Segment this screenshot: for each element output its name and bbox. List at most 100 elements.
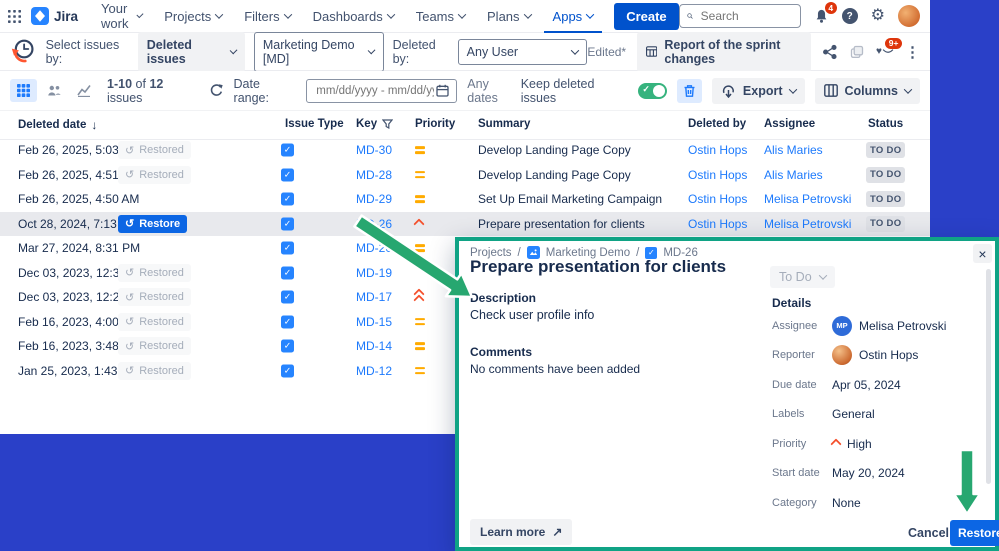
nav-projects[interactable]: Projects xyxy=(155,0,231,33)
header-issue-type[interactable]: Issue Type xyxy=(285,118,344,130)
close-icon[interactable]: × xyxy=(973,244,992,263)
assignee-link[interactable]: Melisa Petrovski xyxy=(764,192,851,206)
priority-medium-icon xyxy=(415,366,425,376)
likes-badge: 9+ xyxy=(885,38,902,50)
jira-logo[interactable]: Jira xyxy=(31,7,78,25)
issue-key-link[interactable]: MD-15 xyxy=(356,315,392,329)
nav-plans[interactable]: Plans xyxy=(478,0,540,33)
filter-funnel-icon[interactable] xyxy=(382,119,393,129)
undo-icon: ↺ xyxy=(125,364,134,377)
nav-your-work[interactable]: Your work xyxy=(92,0,151,33)
issue-key-link[interactable]: MD-12 xyxy=(356,364,392,378)
assignee-link[interactable]: Alis Maries xyxy=(764,168,823,182)
notification-badge: 4 xyxy=(825,2,837,14)
search-input[interactable] xyxy=(699,8,793,24)
table-row[interactable]: Feb 26, 2025, 5:03 AM↺Restored✓MD-30Deve… xyxy=(0,138,930,163)
header-key[interactable]: Key xyxy=(356,118,393,130)
columns-dropdown[interactable]: Columns xyxy=(815,78,920,104)
priority-medium-icon xyxy=(415,145,425,155)
nav-apps[interactable]: Apps xyxy=(544,0,603,33)
share-icon[interactable] xyxy=(822,44,838,60)
status-badge: TO DO xyxy=(866,142,905,158)
keep-deleted-toggle[interactable]: ✓ xyxy=(638,83,667,99)
issues-filter-dropdown[interactable]: Deleted issues xyxy=(138,32,245,72)
undo-icon: ↺ xyxy=(125,217,134,230)
header-status[interactable]: Status xyxy=(868,118,903,130)
issue-key-link[interactable]: MD-19 xyxy=(356,266,392,280)
field-label: Start date xyxy=(772,467,832,479)
assignee-link[interactable]: Alis Maries xyxy=(764,143,823,157)
date-range-field[interactable] xyxy=(306,79,457,103)
header-summary[interactable]: Summary xyxy=(478,118,530,130)
panel-scrollbar[interactable] xyxy=(986,269,991,484)
hands-glyph xyxy=(882,48,894,55)
table-row[interactable]: Feb 26, 2025, 4:50 AM✓MD-29Set Up Email … xyxy=(0,187,930,212)
chevron-down-icon xyxy=(571,46,579,54)
refresh-icon[interactable] xyxy=(209,83,224,98)
task-type-icon: ✓ xyxy=(281,242,294,255)
nav-teams[interactable]: Teams xyxy=(407,0,474,33)
people-view-button[interactable] xyxy=(40,79,67,102)
task-type-icon: ✓ xyxy=(281,291,294,304)
date-range-input[interactable] xyxy=(314,84,436,98)
issue-key-link[interactable]: MD-20 xyxy=(356,241,392,255)
summary-cell: Prepare presentation for clients xyxy=(478,217,645,231)
deleted-by-link[interactable]: Ostin Hops xyxy=(688,168,747,182)
panel-restore-button[interactable]: Restore xyxy=(950,520,999,546)
check-icon: ✓ xyxy=(642,84,650,95)
feedback-heart-icon[interactable]: ♥ 9+ xyxy=(876,44,894,60)
summary-cell: Develop Landing Page Copy xyxy=(478,143,631,157)
sprint-report-button[interactable]: Report of the sprint changes xyxy=(637,32,811,72)
chevron-down-icon xyxy=(215,10,223,18)
chevron-down-icon xyxy=(904,85,912,93)
cancel-button[interactable]: Cancel xyxy=(908,526,949,540)
app-switcher-icon[interactable] xyxy=(8,10,21,23)
issue-key-link[interactable]: MD-29 xyxy=(356,192,392,206)
notifications-button[interactable]: 4 xyxy=(814,8,829,24)
field-value: Apr 05, 2024 xyxy=(832,378,901,392)
deleted-by-link[interactable]: Ostin Hops xyxy=(688,143,747,157)
chevron-down-icon xyxy=(137,11,144,18)
deleted-by-link[interactable]: Ostin Hops xyxy=(688,192,747,206)
learn-more-button[interactable]: Learn more↗ xyxy=(470,519,572,545)
user-avatar[interactable] xyxy=(898,5,920,27)
more-actions-icon[interactable]: ⋮ xyxy=(905,43,920,61)
chart-view-button[interactable] xyxy=(70,79,97,102)
issue-key-link[interactable]: MD-30 xyxy=(356,143,392,157)
export-dropdown[interactable]: Export xyxy=(712,78,805,104)
issue-key-link[interactable]: MD-17 xyxy=(356,290,392,304)
create-button[interactable]: Create xyxy=(614,3,678,30)
issue-key-link[interactable]: MD-26 xyxy=(356,217,392,231)
status-badge: TO DO xyxy=(866,167,905,183)
nav-dashboards[interactable]: Dashboards xyxy=(304,0,403,33)
project-filter-dropdown[interactable]: Marketing Demo [MD] xyxy=(254,32,384,72)
settings-gear-icon[interactable]: ⚙ xyxy=(871,8,885,24)
chart-icon xyxy=(77,84,91,97)
deleted-by-link[interactable]: Ostin Hops xyxy=(688,217,747,231)
global-search[interactable] xyxy=(679,4,801,28)
header-assignee[interactable]: Assignee xyxy=(764,118,815,130)
undo-icon: ↺ xyxy=(125,315,134,328)
deleted-by-dropdown[interactable]: Any User xyxy=(458,39,588,65)
chevron-down-icon xyxy=(523,10,531,18)
issue-key-link[interactable]: MD-14 xyxy=(356,339,392,353)
header-priority[interactable]: Priority xyxy=(415,118,455,130)
table-row[interactable]: Oct 28, 2024, 7:13 AM↺Restore✓MD-26Prepa… xyxy=(0,212,930,237)
sort-desc-icon[interactable]: ↓ xyxy=(91,118,97,132)
chevron-down-icon xyxy=(229,46,237,54)
restore-button: ↺Restored xyxy=(118,166,191,184)
delete-button[interactable] xyxy=(677,79,702,103)
restore-button[interactable]: ↺Restore xyxy=(118,215,187,233)
priority-medium-icon xyxy=(415,341,425,351)
undo-icon: ↺ xyxy=(125,168,134,181)
table-view-button[interactable] xyxy=(10,79,37,102)
issue-key-link[interactable]: MD-28 xyxy=(356,168,392,182)
header-deleted-by[interactable]: Deleted by xyxy=(688,118,746,130)
help-icon[interactable]: ? xyxy=(842,8,858,24)
assignee-link[interactable]: Melisa Petrovski xyxy=(764,217,851,231)
field-value: High xyxy=(847,437,872,451)
summary-cell: Develop Landing Page Copy xyxy=(478,168,631,182)
nav-filters[interactable]: Filters xyxy=(235,0,299,33)
header-deleted-date[interactable]: Deleted date↓ xyxy=(18,118,97,132)
table-row[interactable]: Feb 26, 2025, 4:51 AM↺Restored✓MD-28Deve… xyxy=(0,163,930,188)
